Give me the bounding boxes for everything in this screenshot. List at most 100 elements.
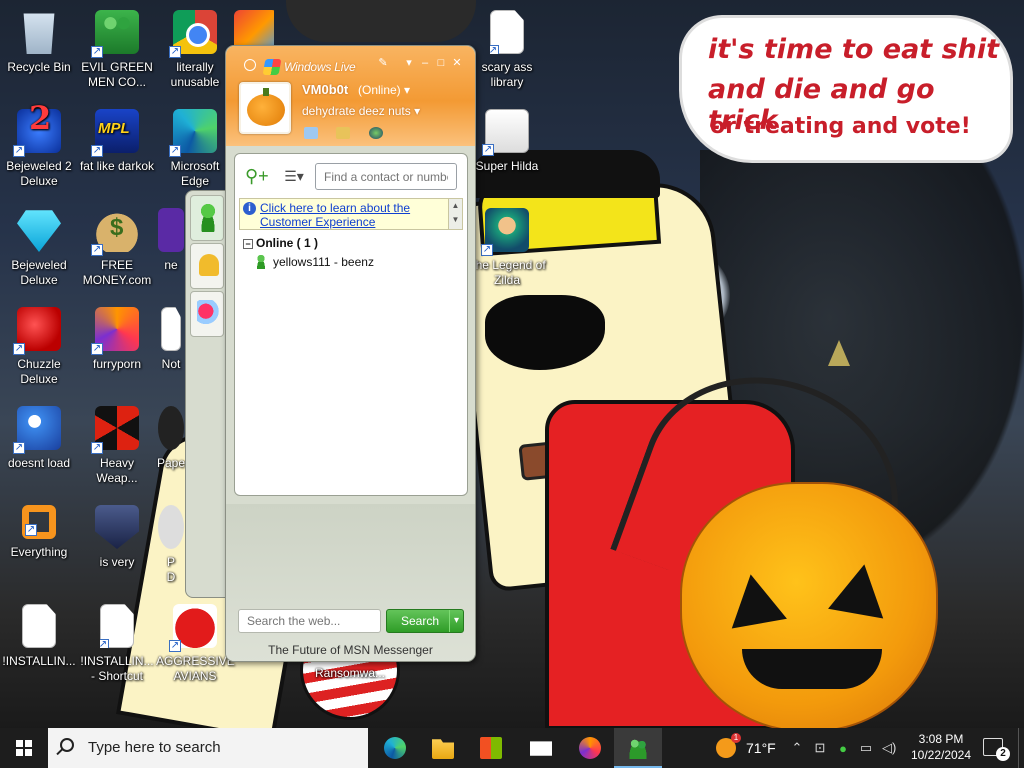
volume-icon[interactable]: ◁) bbox=[882, 740, 896, 756]
desktop-icon-label: fat like darkok bbox=[79, 159, 155, 173]
customer-experience-link[interactable]: Click here to learn about the Customer E… bbox=[260, 201, 440, 229]
document-icon bbox=[161, 307, 181, 351]
taskbar-mail[interactable] bbox=[517, 728, 565, 768]
desktop-icon-evil-green-men[interactable]: ↗ EVIL GREEN MEN CO... bbox=[78, 4, 156, 100]
desktop-icon-chrome[interactable]: ↗ literally unusable bbox=[156, 4, 234, 100]
group-online[interactable]: − Online ( 1 ) bbox=[243, 236, 318, 250]
desktop-icon-super-hilda[interactable]: ↗ Super Hilda bbox=[468, 103, 546, 199]
desktop-icon-label: P bbox=[166, 555, 175, 569]
desktop-icon-partial-p[interactable]: P D bbox=[156, 499, 186, 595]
find-contact-input[interactable] bbox=[315, 163, 457, 190]
folder-icon[interactable] bbox=[336, 127, 351, 139]
desktop-icon-label: Ransomwa... bbox=[314, 666, 386, 680]
messenger-bottom-area bbox=[226, 504, 475, 661]
taskbar-search-box[interactable]: Type here to search bbox=[48, 728, 368, 768]
zelda-icon: ↗ bbox=[481, 208, 529, 256]
contact-list-panel: ⚲+ ☰▾ i Click here to learn about the Cu… bbox=[234, 153, 468, 496]
desktop-icon-partial-ne[interactable]: ne bbox=[156, 202, 186, 298]
desktop-icon-label: Bejeweled 2 Deluxe bbox=[6, 159, 72, 188]
tab-spaces[interactable] bbox=[190, 291, 224, 337]
status-dropdown[interactable]: (Online) ▾ bbox=[358, 83, 410, 97]
desktop-icon-partial-not[interactable]: Not bbox=[156, 301, 186, 397]
desktop-icon-label: D bbox=[166, 570, 176, 584]
mail-icon[interactable] bbox=[304, 127, 318, 139]
clock[interactable]: 3:08 PM 10/22/2024 bbox=[908, 731, 974, 763]
desktop-icon-edge[interactable]: ↗ Microsoft Edge bbox=[156, 103, 234, 199]
desktop-icon-doesnt-load[interactable]: ↗ doesnt load bbox=[0, 400, 78, 496]
close-button[interactable]: ✕ bbox=[450, 56, 464, 70]
temperature: 71°F bbox=[746, 740, 776, 756]
add-contact-icon[interactable]: ⚲+ bbox=[245, 165, 269, 187]
desktop-icon-label: AGGRESSIVE AVIANS bbox=[156, 654, 235, 683]
desktop-icon-everything[interactable]: ↗ Everything bbox=[0, 499, 78, 595]
desktop-icon-legend-of-zilda[interactable]: ↗ The Legend of Zilda bbox=[468, 202, 546, 298]
desktop-icon-free-money[interactable]: ↗ FREE MONEY.com bbox=[78, 202, 156, 298]
display-picture[interactable] bbox=[239, 82, 291, 134]
paint-bucket-icon[interactable]: ✎ bbox=[376, 56, 390, 70]
desktop-icon-label: Recycle Bin bbox=[7, 60, 71, 74]
msn-messenger-icon bbox=[627, 737, 649, 759]
everything-search-icon: ↗ bbox=[22, 505, 56, 539]
taskbar-msn-messenger[interactable] bbox=[614, 728, 662, 768]
weather-widget[interactable]: 71°F bbox=[716, 728, 776, 768]
desktop-icon-furryporn[interactable]: ↗ furryporn bbox=[78, 301, 156, 397]
msn-tray-icon[interactable]: ● bbox=[836, 741, 850, 756]
desktop-icon-label: Bejeweled Deluxe bbox=[11, 258, 67, 287]
chevron-up-icon[interactable]: ⌃ bbox=[790, 740, 804, 756]
username[interactable]: VM0b0t bbox=[302, 82, 348, 97]
window-title: Windows Live bbox=[284, 60, 356, 74]
desktop-icon-scary-ass-library[interactable]: ↗ scary ass library bbox=[468, 4, 546, 100]
taskbar-store[interactable] bbox=[467, 728, 515, 768]
show-desktop-button[interactable] bbox=[1018, 728, 1024, 768]
menu-circle-icon[interactable] bbox=[244, 59, 256, 71]
notification-center-icon[interactable]: 2 bbox=[983, 738, 1010, 761]
network-icon[interactable]: ▭ bbox=[859, 740, 873, 756]
desktop-icon-chuzzle[interactable]: ↗ Chuzzle Deluxe bbox=[0, 301, 78, 397]
messenger-side-tabs bbox=[185, 190, 227, 598]
firefox-icon: ↗ bbox=[91, 307, 139, 355]
search-button[interactable]: Search bbox=[386, 609, 464, 633]
taskbar-edge[interactable] bbox=[371, 728, 419, 768]
tab-alerts[interactable] bbox=[190, 243, 224, 289]
clock-date: 10/22/2024 bbox=[910, 748, 972, 762]
banner-scroll[interactable]: ▲ ▼ bbox=[448, 199, 462, 229]
app-icon bbox=[158, 505, 184, 549]
view-options-icon[interactable]: ☰▾ bbox=[279, 165, 309, 187]
edge-icon: ↗ bbox=[169, 109, 217, 157]
web-search-input[interactable] bbox=[238, 609, 381, 633]
usb-icon[interactable]: ⊡ bbox=[813, 740, 827, 756]
desktop-icon-partial-pape[interactable]: Pape bbox=[156, 400, 186, 496]
desktop-icon-bejeweled-2[interactable]: ↗ Bejeweled 2 Deluxe bbox=[0, 103, 78, 199]
taskbar-firefox[interactable] bbox=[566, 728, 614, 768]
maximize-button[interactable]: □ bbox=[434, 56, 448, 70]
desktop-icon-label: literally unusable bbox=[170, 60, 220, 89]
windows-logo-icon bbox=[16, 740, 32, 756]
desktop-icon-is-very[interactable]: ↗ is very bbox=[78, 499, 156, 595]
desktop-icon-fat-like-darkok[interactable]: ↗ fat like darkok bbox=[78, 103, 156, 199]
info-icon: i bbox=[243, 202, 256, 215]
desktop-icon-recycle-bin[interactable]: Recycle Bin bbox=[0, 4, 78, 100]
desktop-icon-label: FREE MONEY.com bbox=[82, 258, 152, 287]
bejeweled-2-icon: ↗ bbox=[13, 109, 61, 157]
quick-links bbox=[304, 126, 397, 140]
desktop-icon-heavy-weapon[interactable]: ↗ Heavy Weap... bbox=[78, 400, 156, 496]
chevron-down-icon[interactable]: ▾ bbox=[402, 56, 416, 70]
desktop-icon-bejeweled[interactable]: ↗ Bejeweled Deluxe bbox=[0, 202, 78, 298]
search-icon bbox=[60, 738, 74, 752]
notification-count: 2 bbox=[996, 747, 1010, 761]
tab-contacts[interactable] bbox=[190, 195, 224, 241]
minimize-button[interactable]: – bbox=[418, 56, 432, 70]
buddy-icon bbox=[198, 204, 218, 232]
messenger-window: Windows Live ✎ ▾ – □ ✕ VM0b0t (Online) ▾… bbox=[225, 45, 476, 662]
personal-message[interactable]: dehydrate deez nuts ▾ bbox=[302, 104, 420, 118]
contact-item[interactable]: yellows111 - beenz bbox=[255, 255, 374, 269]
document-icon: ↗ bbox=[490, 10, 524, 54]
taskbar-file-explorer[interactable] bbox=[419, 728, 467, 768]
start-button[interactable] bbox=[0, 728, 48, 768]
desktop-icon-aggressive-avians[interactable]: ↗ AGGRESSIVE AVIANS bbox=[156, 598, 235, 694]
desktop-icon-label: Chuzzle Deluxe bbox=[17, 357, 61, 386]
desktop-icon-installing-shortcut[interactable]: ↗ !INSTALLIN... - Shortcut bbox=[78, 598, 156, 694]
desktop-icon-installing[interactable]: !INSTALLIN... bbox=[0, 598, 78, 694]
desktop-icon-label: scary ass library bbox=[481, 60, 533, 89]
globe-icon[interactable] bbox=[368, 127, 383, 139]
